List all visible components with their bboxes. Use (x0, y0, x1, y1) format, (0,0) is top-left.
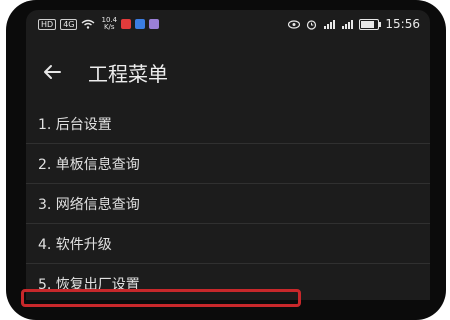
phone-screen: HD 4G 10.4 K/s 15:56 工程菜单 1. 后台设置 2. 单板信… (26, 10, 430, 300)
highlight-box (21, 289, 301, 307)
menu-item-software-upgrade[interactable]: 4. 软件升级 (26, 224, 430, 264)
status-left-icons: HD 4G 10.4 K/s (38, 17, 160, 31)
hd-badge: HD (38, 18, 57, 30)
page-title: 工程菜单 (88, 61, 168, 86)
mobile-signal-icon (342, 19, 354, 29)
back-button[interactable] (34, 54, 70, 90)
wifi-icon (82, 19, 95, 29)
menu-item-label: 4. 软件升级 (38, 236, 112, 253)
network-speed-unit: K/s (103, 23, 115, 31)
status-time: 15:56 (385, 17, 420, 31)
alarm-icon (307, 19, 317, 30)
arrow-left-icon (44, 65, 61, 79)
engineering-menu-list: 1. 后台设置 2. 单板信息查询 3. 网络信息查询 4. 软件升级 5. 恢… (26, 104, 430, 300)
status-bar: HD 4G 10.4 K/s 15:56 (26, 10, 430, 42)
status-right-icons: 15:56 (288, 17, 420, 31)
network-speed: 10.4 K/s (101, 17, 117, 31)
app-notification-icon (149, 19, 160, 29)
phone-frame: HD 4G 10.4 K/s 15:56 工程菜单 1. 后台设置 2. 单板信… (6, 0, 446, 320)
app-notification-icon (121, 19, 132, 29)
menu-item-network-info[interactable]: 3. 网络信息查询 (26, 184, 430, 224)
battery-icon (359, 18, 382, 30)
network-type-badge: 4G (60, 18, 78, 30)
menu-item-background-settings[interactable]: 1. 后台设置 (26, 104, 430, 144)
battery-fill (361, 20, 375, 28)
eye-comfort-icon (288, 19, 301, 29)
menu-item-label: 1. 后台设置 (38, 116, 112, 133)
mobile-signal-icon (324, 19, 336, 29)
app-notification-icon (135, 19, 146, 29)
menu-item-board-info[interactable]: 2. 单板信息查询 (26, 144, 430, 184)
menu-item-label: 2. 单板信息查询 (38, 156, 140, 173)
menu-item-label: 3. 网络信息查询 (38, 196, 140, 213)
app-header: 工程菜单 (26, 42, 430, 102)
